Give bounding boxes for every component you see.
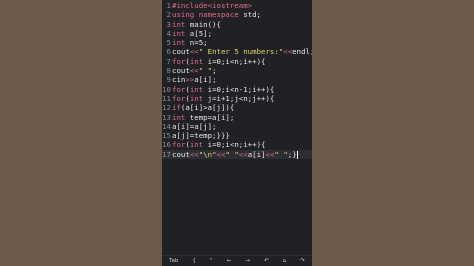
undo-key[interactable]: ↶ [264,258,269,264]
line-number: 8 [166,66,171,76]
code-token: i=0;i<n;i++){ [203,56,266,66]
code-token: a[i]; [194,75,217,85]
code-token: " Enter 5 numbers:" [198,47,284,57]
code-token: j=i+1;j<n;j++){ [203,93,275,103]
line-number: 7 [166,56,171,66]
code-token: a[i]=a[j]; [172,121,217,131]
code-line[interactable]: 12if(a[i]>a[j]){ [162,103,312,112]
code-token: main(){ [185,19,221,29]
code-token: a[j]=temp;}}} [172,131,230,141]
code-line[interactable]: 3int main(){ [162,20,312,29]
line-number: 10 [162,84,171,94]
code-line[interactable]: 17cout<<"\n"<<" "<<a[i]<<" ";} [162,149,312,160]
line-number: 1 [166,1,171,10]
code-token: int [189,56,204,66]
phone-screen: 1#include<iostream> 2using namespace std;… [162,0,312,266]
line-number: 12 [162,103,171,113]
code-token: n=5; [185,38,208,48]
code-line[interactable]: 16for(int i=0;i<n;i++){ [162,140,312,149]
line-number: 11 [162,93,171,103]
line-number: 4 [166,28,171,38]
code-token: i=0;i<n;i++){ [203,140,266,150]
code-line[interactable]: 10for(int i=0;i<n-1;i++){ [162,85,312,94]
line-number: 17 [162,149,171,159]
code-line[interactable]: 5int n=5; [162,38,312,47]
code-token: << [189,47,199,57]
code-token: a[5]; [185,28,213,38]
home-key[interactable]: ⌂ [283,258,287,264]
code-token: " " [198,66,213,76]
code-token: endl; [292,47,312,57]
code-token: if [172,103,181,113]
code-token: cout [172,66,190,76]
code-token: ;} [287,149,297,159]
code-line[interactable]: 11for(int j=i+1;j<n;j++){ [162,94,312,103]
code-token: " " [225,149,239,159]
line-number: 3 [166,19,171,29]
code-token: << [189,66,199,76]
open-brace-key[interactable]: { [192,258,196,264]
code-token: int [189,93,204,103]
code-token: ; [212,66,217,76]
code-token: "\n" [198,149,217,159]
code-line[interactable]: 2using namespace std; [162,10,312,19]
code-line[interactable]: 13int temp=a[i]; [162,113,312,122]
code-token: " " [274,149,288,159]
code-token: int [172,19,186,29]
code-line[interactable]: 14a[i]=a[j]; [162,122,312,131]
code-line[interactable]: 9cin>>a[i]; [162,75,312,84]
code-token: std; [238,10,261,20]
code-token: int [189,84,204,94]
code-token: cout [172,149,190,159]
code-token: >> [185,75,195,85]
code-line[interactable]: 6cout<<" Enter 5 numbers:"<<endl; [162,47,312,56]
code-line[interactable]: 8cout<<" "; [162,66,312,75]
code-token: cin [172,75,186,85]
code-token: (a[i]>a[j]){ [180,103,235,113]
code-token: using namespace [172,10,239,20]
code-editor[interactable]: 1#include<iostream> 2using namespace std;… [162,1,312,160]
code-token: a[i] [247,149,266,159]
line-number: 6 [166,47,171,57]
line-number: 14 [162,121,171,131]
code-line[interactable]: 15a[j]=temp;}}} [162,131,312,140]
code-token: << [189,149,199,159]
code-token: int [172,28,186,38]
code-token: << [238,149,248,159]
double-quote-key[interactable]: " [210,258,213,264]
code-token: for [172,140,186,150]
code-token: int [172,38,186,48]
code-token: temp=a[i]; [185,112,235,122]
line-number: 5 [166,38,171,48]
code-token: i=0;i<n-1;i++){ [203,84,275,94]
line-number: 13 [162,112,171,122]
tab-key[interactable]: Tab [169,258,178,264]
code-token: int [189,140,204,150]
code-token: int [172,112,186,122]
line-number: 15 [162,131,171,141]
code-token: cout [172,47,190,57]
code-token: << [283,47,293,57]
text-cursor [296,150,298,159]
code-line[interactable]: 7for(int i=0;i<n;i++){ [162,57,312,66]
arrow-right-key[interactable]: → [245,258,250,264]
code-line[interactable]: 1#include<iostream> [162,1,312,10]
code-token: for [172,84,186,94]
line-number: 16 [162,140,171,150]
extra-keys-bar: Tab { " ← → ↶ ⌂ ↷ [162,255,312,266]
code-line[interactable]: 4int a[5]; [162,29,312,38]
code-token: for [172,93,186,103]
redo-key[interactable]: ↷ [300,258,305,264]
line-number: 2 [166,10,171,20]
code-token: for [172,56,186,66]
line-number: 9 [166,75,171,85]
code-token: #include<iostream> [172,1,253,10]
arrow-left-key[interactable]: ← [227,258,232,264]
